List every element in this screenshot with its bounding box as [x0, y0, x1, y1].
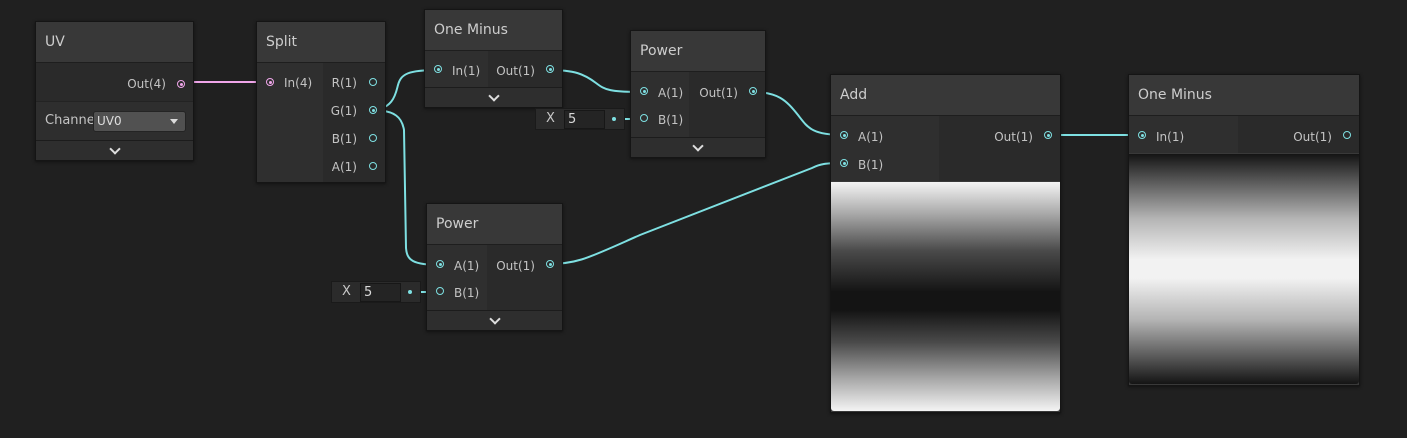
power-bottom-a-label: A(1) — [454, 259, 480, 273]
one-minus-2-title: One Minus — [1129, 75, 1359, 116]
power-bottom-b-port[interactable] — [436, 287, 444, 295]
power-bottom-b-label: B(1) — [454, 286, 480, 300]
uv-output-area: Out(4) — [36, 63, 193, 101]
uv-node-title: UV — [36, 22, 193, 63]
power-bottom-input-area: A(1) B(1) — [427, 245, 487, 310]
power-bottom-expand-button[interactable] — [427, 310, 562, 330]
split-in-port[interactable] — [266, 78, 274, 86]
add-node[interactable]: Add A(1) B(1) Out(1) — [830, 74, 1061, 413]
wire-power-bottom-to-add-b — [547, 162, 845, 265]
one-minus-2-preview-image — [1129, 154, 1359, 384]
add-node-title: Add — [831, 75, 1060, 116]
chevron-down-icon — [108, 143, 121, 155]
chevron-down-icon — [488, 313, 501, 325]
power-top-input-area: A(1) B(1) — [631, 72, 689, 137]
power-top-out-label: Out(1) — [699, 86, 738, 100]
one-minus-1-output-area: Out(1) — [488, 51, 562, 87]
power-top-b-port[interactable] — [640, 114, 648, 122]
add-b-port[interactable] — [840, 159, 848, 167]
power-top-b-axis-label: X — [546, 111, 555, 126]
inline-connector-dot — [612, 117, 616, 121]
power-bottom-b-value-field[interactable]: 5 — [360, 283, 401, 302]
split-out-g-label: G(1) — [330, 104, 357, 118]
power-bottom-a-port[interactable] — [436, 260, 444, 268]
add-out-port[interactable] — [1044, 131, 1052, 139]
one-minus-1-title: One Minus — [425, 10, 562, 51]
uv-out-port[interactable] — [177, 80, 185, 88]
split-out-a-label: A(1) — [331, 160, 357, 174]
power-top-a-label: A(1) — [658, 86, 684, 100]
uv-out-label: Out(4) — [127, 77, 166, 91]
one-minus-1-out-label: Out(1) — [496, 64, 535, 78]
split-in-label: In(4) — [284, 76, 313, 90]
split-out-a-port[interactable] — [369, 162, 377, 170]
uv-channel-label: Channe — [45, 113, 95, 128]
power-top-b-inline-input[interactable]: X 5 — [535, 108, 625, 130]
inline-connector-dot — [408, 290, 412, 294]
uv-channel-row: Channe UV0 — [36, 101, 193, 140]
power-top-b-value-field[interactable]: 5 — [564, 110, 605, 129]
split-out-r-port[interactable] — [369, 78, 377, 86]
split-out-g-port[interactable] — [369, 106, 377, 114]
power-top-b-label: B(1) — [658, 113, 684, 127]
one-minus-node-1[interactable]: One Minus In(1) Out(1) — [424, 9, 563, 108]
split-out-r-label: R(1) — [331, 76, 357, 90]
power-top-out-port[interactable] — [749, 87, 757, 95]
power-bottom-title: Power — [427, 204, 562, 245]
power-top-expand-button[interactable] — [631, 137, 765, 157]
chevron-down-icon — [487, 90, 500, 102]
split-output-area: R(1) G(1) B(1) A(1) — [323, 63, 385, 182]
split-input-area: In(4) — [257, 63, 323, 182]
uv-expand-button[interactable] — [36, 140, 193, 160]
dropdown-arrow-icon — [170, 119, 178, 124]
power-bottom-b-inline-input[interactable]: X 5 — [331, 281, 421, 303]
one-minus-node-2[interactable]: One Minus In(1) Out(1) — [1128, 74, 1360, 386]
one-minus-1-input-area: In(1) — [425, 51, 488, 87]
add-out-label: Out(1) — [994, 130, 1033, 144]
power-bottom-out-port[interactable] — [546, 260, 554, 268]
power-top-title: Power — [631, 31, 765, 72]
power-node-bottom[interactable]: Power A(1) B(1) Out(1) — [426, 203, 563, 331]
one-minus-1-expand-button[interactable] — [425, 87, 562, 107]
split-out-b-label: B(1) — [331, 132, 357, 146]
uv-channel-dropdown[interactable]: UV0 — [93, 111, 186, 132]
split-out-b-port[interactable] — [369, 134, 377, 142]
one-minus-2-out-label: Out(1) — [1293, 130, 1332, 144]
power-bottom-out-label: Out(1) — [496, 259, 535, 273]
add-output-area: Out(1) — [939, 116, 1060, 181]
add-input-area: A(1) B(1) — [831, 116, 939, 181]
add-b-label: B(1) — [858, 158, 884, 172]
chevron-down-icon — [692, 140, 704, 152]
split-node[interactable]: Split In(4) R(1) G(1) B(1) A(1) — [256, 21, 386, 183]
one-minus-2-in-port[interactable] — [1138, 131, 1146, 139]
one-minus-2-in-label: In(1) — [1156, 130, 1185, 144]
one-minus-2-input-area: In(1) — [1129, 116, 1238, 153]
uv-channel-value: UV0 — [97, 114, 122, 128]
one-minus-2-out-port[interactable] — [1343, 131, 1351, 139]
add-a-port[interactable] — [840, 131, 848, 139]
add-a-label: A(1) — [858, 130, 884, 144]
power-bottom-b-axis-label: X — [342, 284, 351, 299]
power-top-output-area: Out(1) — [689, 72, 765, 137]
add-preview-image — [831, 182, 1060, 411]
power-bottom-output-area: Out(1) — [487, 245, 562, 310]
one-minus-1-in-port[interactable] — [434, 65, 442, 73]
one-minus-1-in-label: In(1) — [452, 64, 481, 78]
power-node-top[interactable]: Power A(1) B(1) Out(1) — [630, 30, 766, 158]
uv-node[interactable]: UV Out(4) Channe UV0 — [35, 21, 194, 161]
split-node-title: Split — [257, 22, 385, 63]
one-minus-1-out-port[interactable] — [546, 65, 554, 73]
one-minus-2-output-area: Out(1) — [1238, 116, 1359, 153]
power-top-a-port[interactable] — [640, 87, 648, 95]
